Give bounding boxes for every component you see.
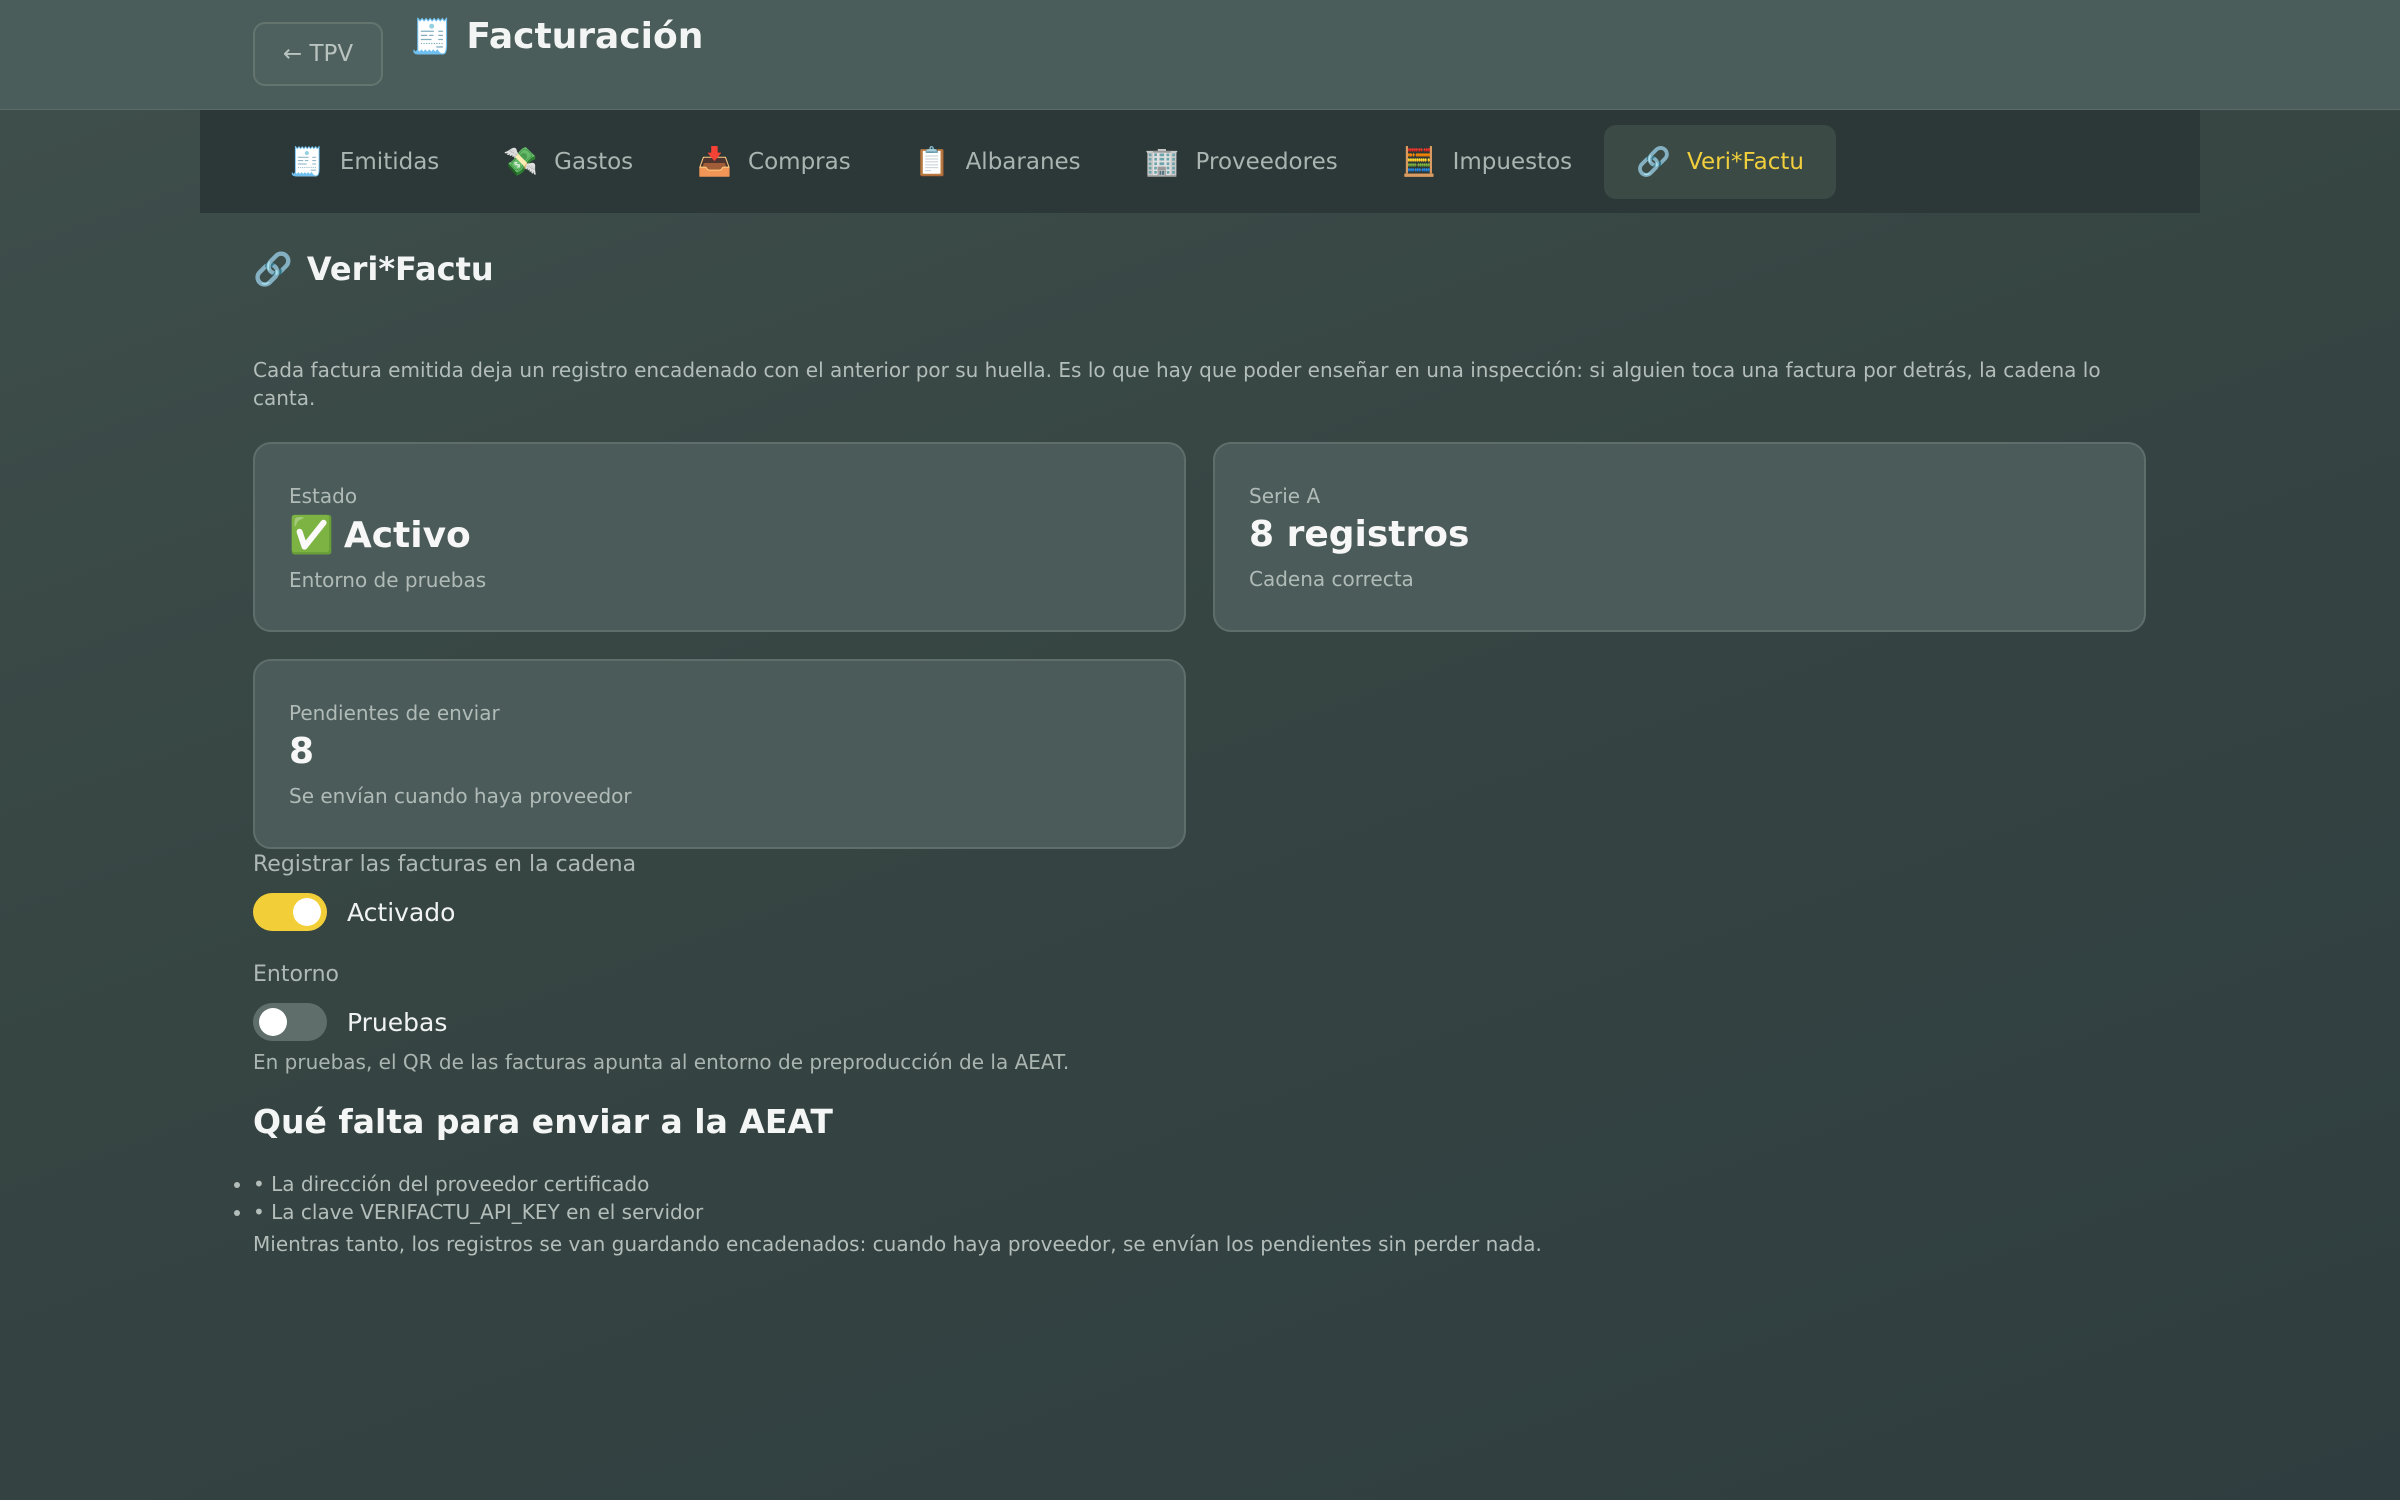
tab-label: Proveedores [1195,148,1338,175]
register-toggle-state: Activado [347,897,456,927]
top-bar: ← TPV 🧾 Facturación [0,0,2400,110]
inbox-tray-icon: 📥 [697,145,733,178]
pending-card: Pendientes de enviar 8 Se envían cuando … [253,659,1186,849]
receipt-icon: 🧾 [410,16,453,57]
office-building-icon: 🏢 [1144,145,1180,178]
status-card: Estado ✅ Activo Entorno de pruebas [253,442,1186,632]
toggle-knob [293,898,321,926]
pending-card-value: 8 [289,731,315,772]
series-card: Serie A 8 registros Cadena correcta [1213,442,2146,632]
section-title-text: Veri*Factu [306,250,494,288]
link-icon: 🔗 [253,250,293,288]
app-title-text: Facturación [466,16,704,57]
link-icon: 🔗 [1636,145,1672,178]
status-card-label: Estado [289,484,358,508]
tab-label: Veri*Factu [1687,148,1804,175]
list-item: • La dirección del proveedor certificado [253,1170,703,1198]
tab-gastos[interactable]: 💸 Gastos [471,125,665,199]
list-item: • La clave VERIFACTU_API_KEY en el servi… [253,1198,703,1226]
check-mark-icon: ✅ [289,515,334,556]
status-value-text: Activo [343,514,471,556]
series-card-hint: Cadena correcta [1249,567,1414,591]
clipboard-icon: 📋 [914,145,950,178]
register-toggle-row: Activado [253,893,455,931]
toggle-knob [259,1008,287,1036]
environment-toggle-state: Pruebas [347,1007,448,1037]
missing-list: • La dirección del proveedor certificado… [253,1170,703,1226]
tab-emitidas[interactable]: 🧾 Emitidas [253,125,471,199]
environment-toggle-row: Pruebas [253,1003,447,1041]
section-title: 🔗 Veri*Factu [253,250,494,288]
tab-label: Emitidas [339,148,440,175]
tab-impuestos[interactable]: 🧮 Impuestos [1370,125,1604,199]
missing-note: Mientras tanto, los registros se van gua… [253,1232,1542,1256]
environment-toggle-switch[interactable] [253,1003,327,1041]
tab-verifactu[interactable]: 🔗 Veri*Factu [1604,124,1836,199]
tab-label: Impuestos [1452,148,1573,175]
app-title: 🧾 Facturación [410,16,703,57]
series-card-value: 8 registros [1249,514,1470,555]
tab-label: Albaranes [965,148,1081,175]
billing-tabs: 🧾 Emitidas 💸 Gastos 📥 Compras 📋 Albarane… [200,110,2200,213]
register-toggle-switch[interactable] [253,893,327,931]
money-flying-icon: 💸 [503,145,539,178]
tab-albaranes[interactable]: 📋 Albaranes [883,125,1113,199]
back-to-tpv-button[interactable]: ← TPV [253,22,383,86]
tab-proveedores[interactable]: 🏢 Proveedores [1113,125,1370,199]
section-intro: Cada factura emitida deja un registro en… [253,358,2101,410]
missing-title: Qué falta para enviar a la AEAT [253,1102,833,1141]
pending-card-hint: Se envían cuando haya proveedor [289,784,632,808]
environment-note: En pruebas, el QR de las facturas apunta… [253,1050,1070,1074]
status-card-value: ✅ Activo [289,514,1150,557]
receipt-icon: 🧾 [289,145,324,178]
abacus-icon: 🧮 [1401,145,1437,178]
series-card-label: Serie A [1249,484,1321,508]
register-toggle-label: Registrar las facturas en la cadena [253,852,637,877]
environment-toggle-label: Entorno [253,962,339,987]
status-card-hint: Entorno de pruebas [289,568,487,592]
pending-card-label: Pendientes de enviar [289,701,500,725]
tab-label: Gastos [554,148,634,175]
tab-compras[interactable]: 📥 Compras [665,125,883,199]
tab-label: Compras [748,148,851,175]
